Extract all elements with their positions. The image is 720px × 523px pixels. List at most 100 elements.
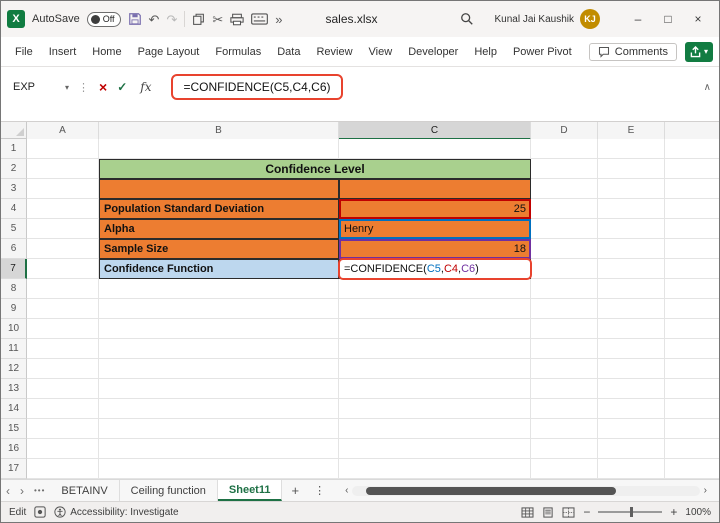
cell-E6[interactable]: [598, 239, 665, 259]
sheet-nav-left-icon[interactable]: ‹: [1, 484, 15, 498]
cell-C1[interactable]: [339, 139, 531, 159]
cell-C15[interactable]: [339, 419, 531, 439]
cell-F15[interactable]: [665, 419, 719, 439]
cell-A16[interactable]: [27, 439, 99, 459]
column-header-C[interactable]: C: [339, 122, 531, 140]
cell-A4[interactable]: [27, 199, 99, 219]
sheet-tab-ceiling-function[interactable]: Ceiling function: [119, 480, 218, 501]
cell-D11[interactable]: [531, 339, 598, 359]
save-icon[interactable]: [128, 12, 142, 26]
row-header-8[interactable]: 8: [1, 279, 27, 299]
print-icon[interactable]: [230, 13, 244, 26]
cell-C17[interactable]: [339, 459, 531, 479]
row-header-10[interactable]: 10: [1, 319, 27, 339]
cell-B11[interactable]: [99, 339, 339, 359]
row-header-15[interactable]: 15: [1, 419, 27, 439]
column-header-D[interactable]: D: [531, 122, 598, 140]
cell-C5[interactable]: Henry: [339, 219, 531, 239]
cell-B9[interactable]: [99, 299, 339, 319]
cut-icon[interactable]: ✂: [212, 13, 223, 26]
cell-E5[interactable]: [598, 219, 665, 239]
cell-C8[interactable]: [339, 279, 531, 299]
cell-F7[interactable]: [665, 259, 719, 279]
cell-D3[interactable]: [531, 179, 598, 199]
cell-A14[interactable]: [27, 399, 99, 419]
close-button[interactable]: ×: [683, 5, 713, 33]
cell-E1[interactable]: [598, 139, 665, 159]
cell-A8[interactable]: [27, 279, 99, 299]
sheet-menu-icon[interactable]: ⋮: [308, 484, 331, 497]
cell-B13[interactable]: [99, 379, 339, 399]
cell-F12[interactable]: [665, 359, 719, 379]
cell-A15[interactable]: [27, 419, 99, 439]
ribbon-tab-review[interactable]: Review: [308, 41, 360, 63]
zoom-level[interactable]: 100%: [685, 507, 711, 518]
select-all-corner[interactable]: [1, 122, 27, 139]
cell-D17[interactable]: [531, 459, 598, 479]
formula-input[interactable]: =CONFIDENCE(C5,C4,C6): [183, 80, 330, 94]
row-header-3[interactable]: 3: [1, 179, 27, 199]
search-icon[interactable]: [460, 12, 474, 26]
cell-D8[interactable]: [531, 279, 598, 299]
cell-A12[interactable]: [27, 359, 99, 379]
name-box[interactable]: EXP ▾: [9, 79, 73, 95]
cell-B10[interactable]: [99, 319, 339, 339]
row-header-14[interactable]: 14: [1, 399, 27, 419]
column-header-E[interactable]: E: [598, 122, 665, 140]
ribbon-tab-developer[interactable]: Developer: [400, 41, 466, 63]
cell-F5[interactable]: [665, 219, 719, 239]
collapse-formula-bar-icon[interactable]: ∧: [704, 82, 711, 93]
column-header-B[interactable]: B: [99, 122, 339, 140]
cell-E4[interactable]: [598, 199, 665, 219]
cell-B16[interactable]: [99, 439, 339, 459]
cell-B8[interactable]: [99, 279, 339, 299]
sheet-tab-betainv[interactable]: BETAINV: [50, 480, 120, 501]
cell-A7[interactable]: [27, 259, 99, 279]
add-sheet-button[interactable]: +: [282, 483, 308, 498]
cell-F3[interactable]: [665, 179, 719, 199]
ribbon-tab-page-layout[interactable]: Page Layout: [130, 41, 208, 63]
ribbon-tab-insert[interactable]: Insert: [41, 41, 85, 63]
formula-bar-menu-icon[interactable]: ⋮: [78, 81, 89, 94]
cell-F14[interactable]: [665, 399, 719, 419]
share-button[interactable]: ▾: [684, 41, 713, 62]
cell-F16[interactable]: [665, 439, 719, 459]
ribbon-tab-view[interactable]: View: [361, 41, 401, 63]
cell-E14[interactable]: [598, 399, 665, 419]
cell-C11[interactable]: [339, 339, 531, 359]
ribbon-tab-power-pivot[interactable]: Power Pivot: [505, 41, 580, 63]
cell-E11[interactable]: [598, 339, 665, 359]
row-header-2[interactable]: 2: [1, 159, 27, 179]
cell-F11[interactable]: [665, 339, 719, 359]
cell-C12[interactable]: [339, 359, 531, 379]
cell-F8[interactable]: [665, 279, 719, 299]
cell-E15[interactable]: [598, 419, 665, 439]
scrollbar-thumb[interactable]: [366, 486, 617, 495]
row-header-16[interactable]: 16: [1, 439, 27, 459]
excel-logo-icon[interactable]: X: [7, 10, 25, 28]
cell-D9[interactable]: [531, 299, 598, 319]
row-header-4[interactable]: 4: [1, 199, 27, 219]
sheet-nav-right-icon[interactable]: ›: [15, 484, 29, 498]
normal-view-icon[interactable]: [521, 506, 534, 518]
cell-F4[interactable]: [665, 199, 719, 219]
cell-B15[interactable]: [99, 419, 339, 439]
cell-F10[interactable]: [665, 319, 719, 339]
file-name[interactable]: sales.xlsx: [326, 12, 378, 26]
zoom-slider[interactable]: [598, 507, 663, 517]
row-header-6[interactable]: 6: [1, 239, 27, 259]
cell-E7[interactable]: [598, 259, 665, 279]
cell-A10[interactable]: [27, 319, 99, 339]
scroll-left-icon[interactable]: ‹: [341, 485, 352, 496]
cell-D2[interactable]: [531, 159, 598, 179]
cell-E16[interactable]: [598, 439, 665, 459]
cell-E9[interactable]: [598, 299, 665, 319]
page-break-view-icon[interactable]: [562, 506, 575, 518]
comments-button[interactable]: Comments: [588, 42, 677, 61]
cell-A5[interactable]: [27, 219, 99, 239]
cell-B2[interactable]: Confidence Level: [99, 159, 531, 179]
keyboard-icon[interactable]: [251, 13, 269, 25]
cell-D7[interactable]: [531, 259, 598, 279]
cell-E8[interactable]: [598, 279, 665, 299]
cell-A9[interactable]: [27, 299, 99, 319]
